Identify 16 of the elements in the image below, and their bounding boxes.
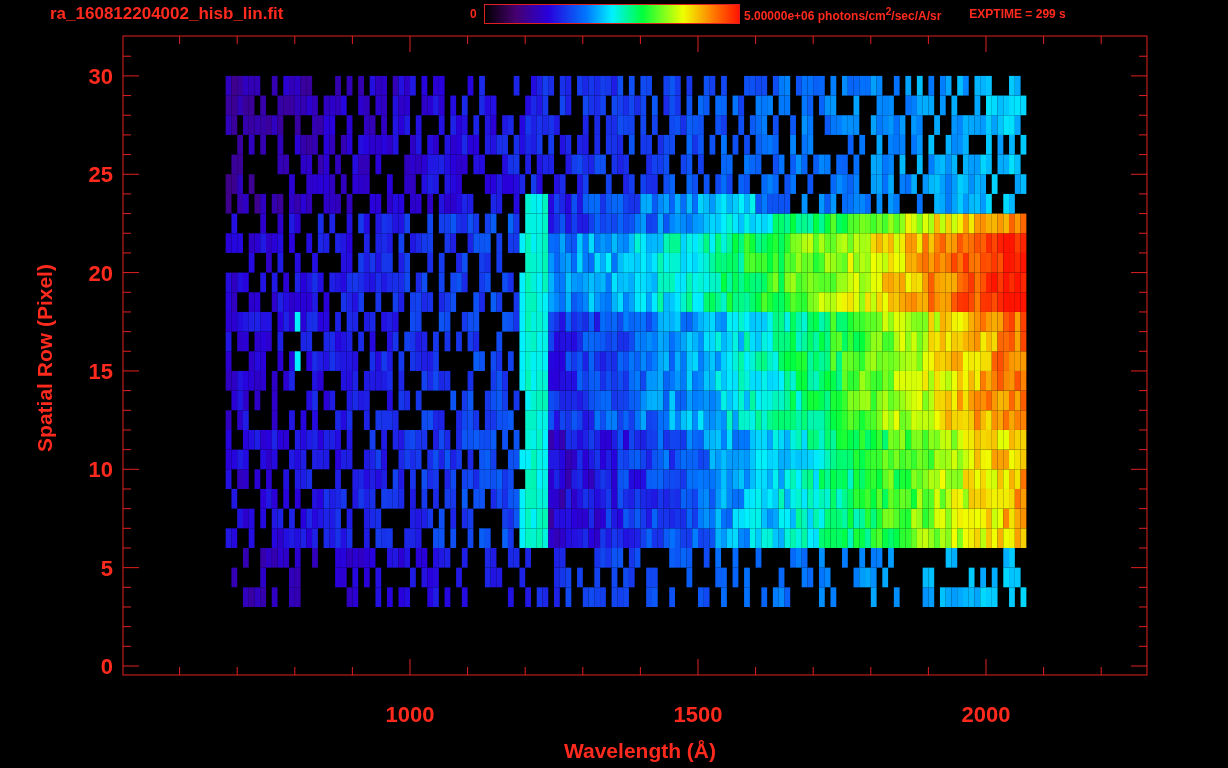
x-tick-label: 1500 xyxy=(673,702,723,727)
y-tick-label: 5 xyxy=(100,555,113,581)
x-tick-label: 1000 xyxy=(385,702,435,727)
y-tick-label: 25 xyxy=(88,162,113,188)
x-axis-title: Wavelength (Å) xyxy=(563,739,717,762)
file-title: ra_160812204002_hisb_lin.fit xyxy=(50,4,285,24)
colorbar-max-label: 5.00000e+06 photons/cm$^{2}$/sec/A/sr xyxy=(744,5,942,23)
colorbar-min-label: 0 xyxy=(470,7,478,21)
y-axis-title: Spatial Row (Pixel) xyxy=(33,264,56,452)
y-tick-label: 30 xyxy=(88,63,113,89)
y-tick-label: 20 xyxy=(88,260,113,286)
y-tick-label: 10 xyxy=(88,457,113,483)
y-tick-label: 15 xyxy=(88,358,113,384)
y-tick-label: 0 xyxy=(100,654,113,679)
x-tick-label: 2000 xyxy=(961,702,1011,727)
exposure-time: EXPTIME = 299 s xyxy=(969,7,1066,21)
